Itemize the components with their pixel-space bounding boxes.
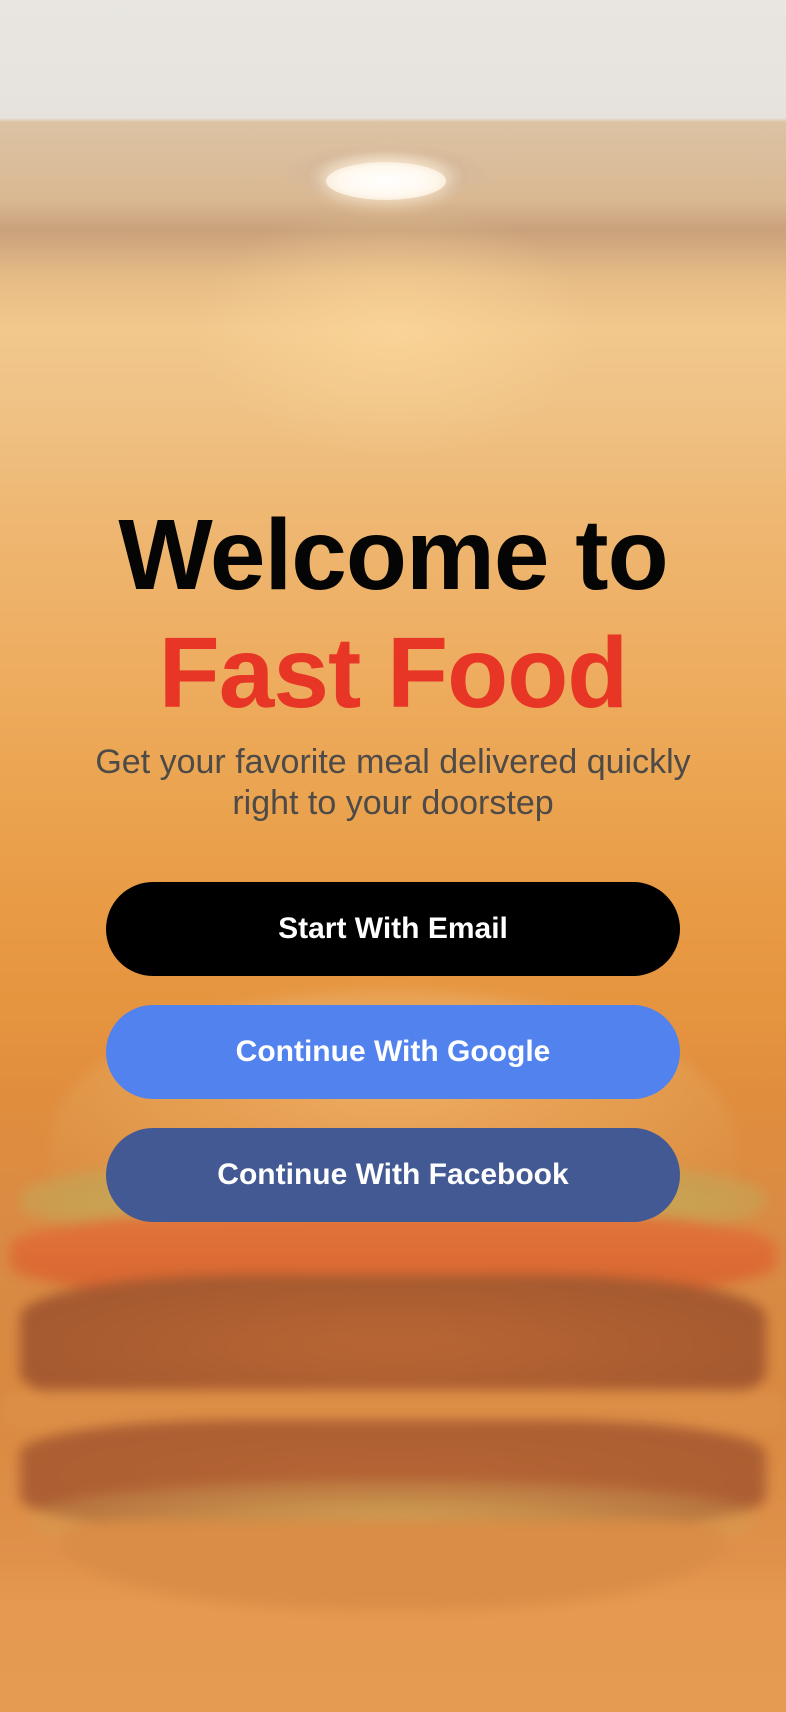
ceiling-light-glow	[193, 200, 593, 460]
welcome-subtitle: Get your favorite meal delivered quickly…	[95, 743, 691, 822]
start-with-email-button[interactable]: Start With Email	[106, 882, 680, 976]
continue-with-facebook-button[interactable]: Continue With Facebook	[106, 1128, 680, 1222]
welcome-screen: Welcome to Fast Food Get your favorite m…	[0, 0, 786, 1712]
ceiling-light-icon	[326, 162, 446, 200]
burger-bun-bottom	[60, 1520, 726, 1610]
continue-with-google-button[interactable]: Continue With Google	[106, 1005, 680, 1099]
brand-title: Fast Food	[158, 617, 629, 729]
welcome-title: Welcome to	[118, 499, 668, 611]
